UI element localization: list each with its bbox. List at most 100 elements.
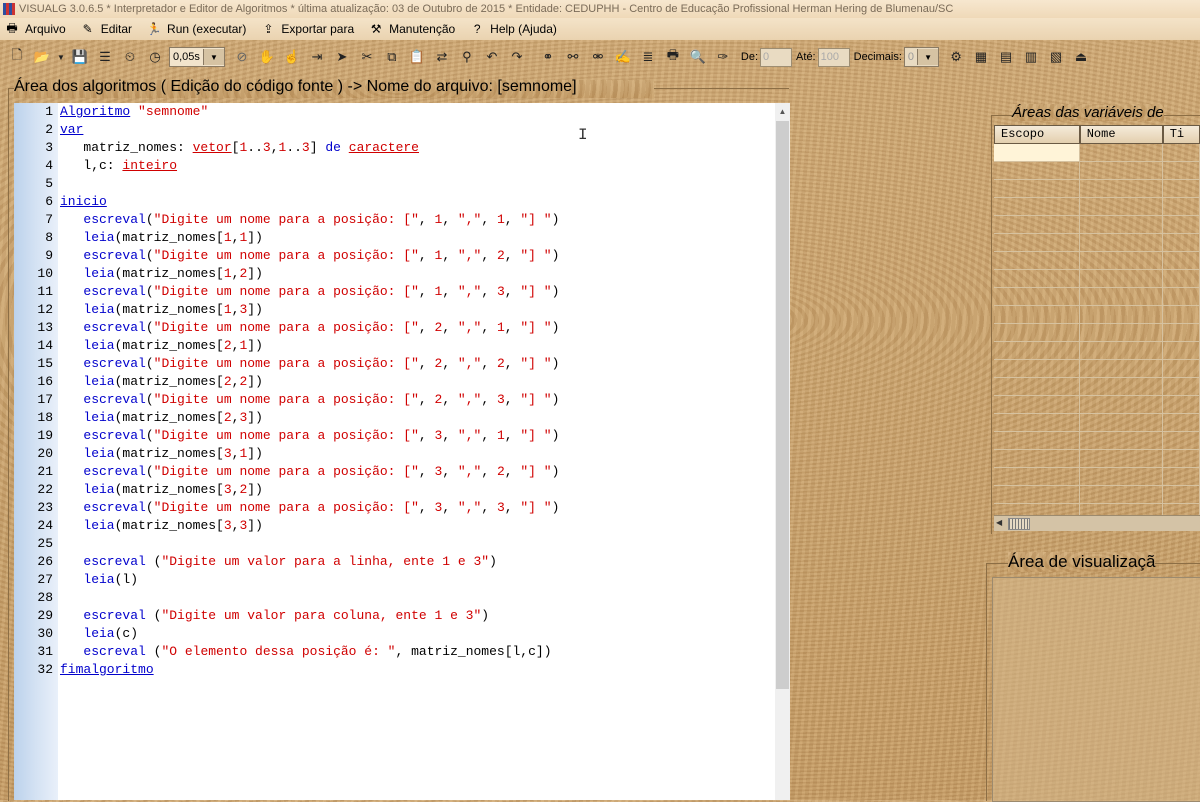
table-row[interactable] (994, 450, 1200, 468)
scrollbar-thumb[interactable] (1008, 518, 1030, 530)
timer-run-icon[interactable]: ⏲ (119, 46, 141, 68)
preview-icon[interactable]: 🔍 (687, 46, 709, 68)
scrollbar-thumb[interactable] (776, 121, 789, 689)
hand-icon[interactable]: ✋ (256, 46, 278, 68)
variables-table[interactable]: Escopo Nome Ti (994, 125, 1200, 517)
visualization-output-area[interactable] (992, 577, 1200, 802)
code-line[interactable]: 5 (14, 175, 774, 193)
tools-icon[interactable]: ✑ (712, 46, 734, 68)
list-icon[interactable]: ≣ (637, 46, 659, 68)
exit-icon[interactable]: ⏏ (1070, 46, 1092, 68)
print-icon[interactable]: 🖶 (662, 46, 684, 68)
column-header-tipo[interactable]: Ti (1162, 125, 1200, 144)
code-line[interactable]: 21 escreval("Digite um nome para a posiç… (14, 463, 774, 481)
table-row[interactable] (994, 468, 1200, 486)
new-file-icon[interactable]: 🗋 (6, 46, 28, 68)
column-header-nome[interactable]: Nome (1079, 125, 1163, 144)
ate-input[interactable]: 100 (817, 47, 850, 67)
code-line[interactable]: 22 leia(matriz_nomes[3,2]) (14, 481, 774, 499)
code-line[interactable]: 29 escreval ("Digite um valor para colun… (14, 607, 774, 625)
table-row[interactable] (994, 216, 1200, 234)
menu-arquivo[interactable]: 🖶 Arquivo (0, 18, 76, 40)
menu-help[interactable]: ? Help (Ajuda) (465, 18, 567, 40)
code-line[interactable]: 7 escreval("Digite um nome para a posiçã… (14, 211, 774, 229)
code-line[interactable]: 11 escreval("Digite um nome para a posiç… (14, 283, 774, 301)
calculator-icon[interactable]: ▦ (970, 46, 992, 68)
table-row[interactable] (994, 144, 1200, 162)
code-line[interactable]: 6 inicio (14, 193, 774, 211)
table-row[interactable] (994, 324, 1200, 342)
menu-manutencao[interactable]: ⚒ Manutenção (364, 18, 465, 40)
code-line[interactable]: 1 Algoritmo "semnome" (14, 103, 774, 121)
table-row[interactable] (994, 198, 1200, 216)
code-line[interactable]: 10 leia(matriz_nomes[1,2]) (14, 265, 774, 283)
floppy-config-icon[interactable]: ⚙ (945, 46, 967, 68)
table-icon[interactable]: ▤ (995, 46, 1017, 68)
scroll-up-icon[interactable]: ▲ (775, 103, 790, 120)
table-row[interactable] (994, 360, 1200, 378)
save-icon[interactable]: 💾 (69, 46, 91, 68)
column-header-escopo[interactable]: Escopo (994, 125, 1080, 144)
code-line[interactable]: 14 leia(matriz_nomes[2,1]) (14, 337, 774, 355)
scroll-left-icon[interactable]: ◀ (996, 518, 1002, 527)
selected-cell[interactable] (994, 144, 1080, 162)
code-line[interactable]: 8 leia(matriz_nomes[1,1]) (14, 229, 774, 247)
menu-exportar[interactable]: ⇪ Exportar para (256, 18, 364, 40)
code-line[interactable]: 19 escreval("Digite um nome para a posiç… (14, 427, 774, 445)
dropdown-arrow-icon[interactable]: ▼ (56, 46, 66, 68)
code-line[interactable]: 28 (14, 589, 774, 607)
stop-icon[interactable]: ⊘ (231, 46, 253, 68)
cut-icon[interactable]: ✂ (356, 46, 378, 68)
indent-icon[interactable]: ☰ (94, 46, 116, 68)
table-row[interactable] (994, 288, 1200, 306)
code-line[interactable]: 24 leia(matriz_nomes[3,3]) (14, 517, 774, 535)
code-line[interactable]: 20 leia(matriz_nomes[3,1]) (14, 445, 774, 463)
code-line[interactable]: 4 l,c: inteiro (14, 157, 774, 175)
broom-icon[interactable]: ⚲ (456, 46, 478, 68)
table-row[interactable] (994, 378, 1200, 396)
step-hand-icon[interactable]: ☝ (281, 46, 303, 68)
code-line[interactable]: 15 escreval("Digite um nome para a posiç… (14, 355, 774, 373)
code-line[interactable]: 17 escreval("Digite um nome para a posiç… (14, 391, 774, 409)
find-next-icon[interactable]: ⚯ (562, 46, 584, 68)
code-line[interactable]: 13 escreval("Digite um nome para a posiç… (14, 319, 774, 337)
step-over-icon[interactable]: ⇥ (306, 46, 328, 68)
menu-run[interactable]: 🏃 Run (executar) (142, 18, 256, 40)
code-line[interactable]: 30 leia(c) (14, 625, 774, 643)
copy-icon[interactable]: ⧉ (381, 46, 403, 68)
code-line[interactable]: 3 matriz_nomes: vetor[1..3,1..3] de cara… (14, 139, 774, 157)
open-folder-icon[interactable]: 📂 (31, 46, 53, 68)
table-row[interactable] (994, 414, 1200, 432)
code-line[interactable]: 16 leia(matriz_nomes[2,2]) (14, 373, 774, 391)
grid-icon[interactable]: ▥ (1020, 46, 1042, 68)
variables-horizontal-scrollbar[interactable]: ◀ (994, 515, 1200, 531)
code-line[interactable]: 25 (14, 535, 774, 553)
redo-icon[interactable]: ↷ (506, 46, 528, 68)
breakpoint-icon[interactable]: ✍ (612, 46, 634, 68)
binoculars-icon[interactable]: ⚭ (537, 46, 559, 68)
table-row[interactable] (994, 486, 1200, 504)
table-row[interactable] (994, 234, 1200, 252)
table-row[interactable] (994, 162, 1200, 180)
table-row[interactable] (994, 396, 1200, 414)
table-row[interactable] (994, 342, 1200, 360)
code-line[interactable]: 18 leia(matriz_nomes[2,3]) (14, 409, 774, 427)
table-row[interactable] (994, 270, 1200, 288)
find-replace-icon[interactable]: ⚮ (587, 46, 609, 68)
paste-icon[interactable]: 📋 (406, 46, 428, 68)
info-icon[interactable]: ▧ (1045, 46, 1067, 68)
replace-icon[interactable]: ⇄ (431, 46, 453, 68)
de-input[interactable]: 0 (760, 47, 793, 67)
table-row[interactable] (994, 306, 1200, 324)
speed-select[interactable]: 0,05s ▼ (169, 47, 225, 67)
menu-editar[interactable]: ✎ Editar (76, 18, 142, 40)
table-row[interactable] (994, 432, 1200, 450)
editor-vertical-scrollbar[interactable]: ▲ (775, 103, 790, 800)
decimais-select[interactable]: 0 ▼ (903, 47, 940, 67)
code-line[interactable]: 27 leia(l) (14, 571, 774, 589)
undo-icon[interactable]: ↶ (481, 46, 503, 68)
run-arrow-icon[interactable]: ➤ (331, 46, 353, 68)
code-line[interactable]: 31 escreval ("O elemento dessa posição é… (14, 643, 774, 661)
code-line[interactable]: 23 escreval("Digite um nome para a posiç… (14, 499, 774, 517)
table-row[interactable] (994, 180, 1200, 198)
